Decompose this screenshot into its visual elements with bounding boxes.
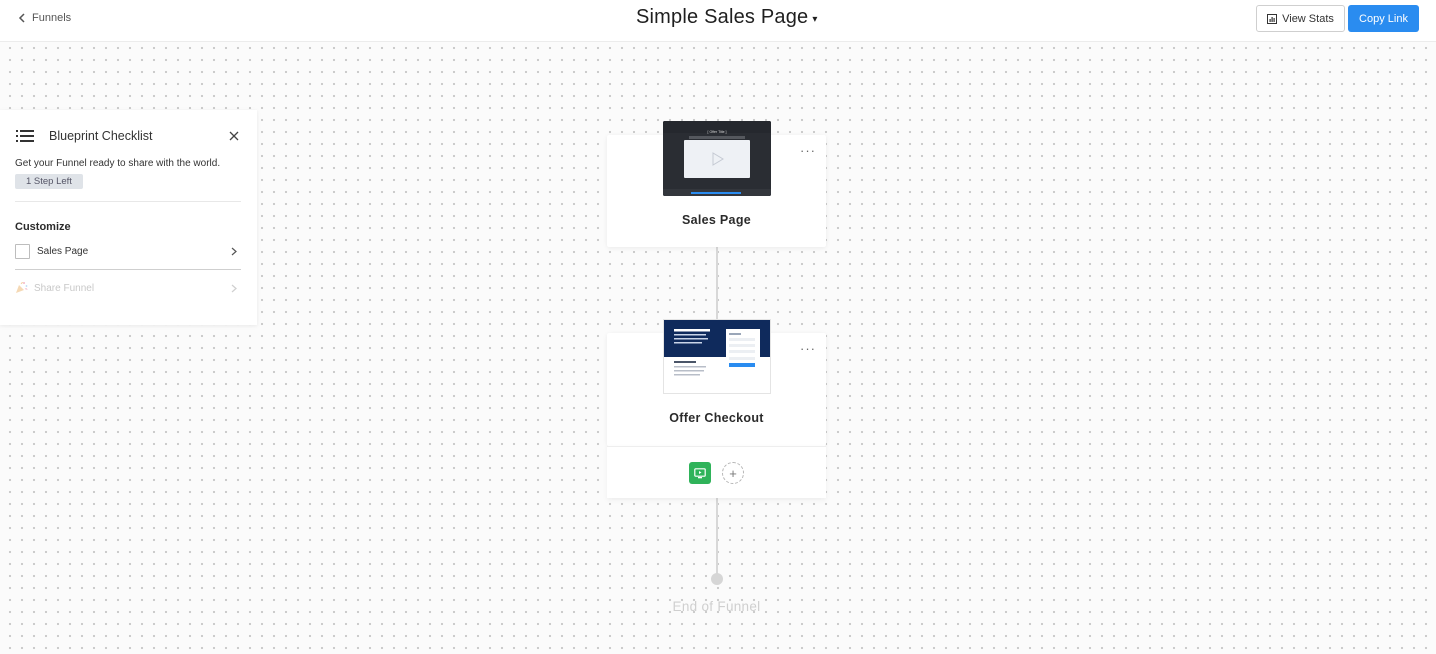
sales-page-thumbnail[interactable]: [ Offer Title ]: [663, 121, 771, 196]
end-of-funnel-label: End of Funnel: [672, 599, 761, 614]
step-actions-row: +: [607, 446, 826, 498]
panel-title: Blueprint Checklist: [49, 129, 153, 143]
more-options-icon[interactable]: ···: [800, 143, 816, 158]
step-label: Offer Checkout: [669, 411, 764, 425]
back-link-label: Funnels: [32, 12, 72, 24]
back-to-funnels-link[interactable]: Funnels: [18, 10, 71, 26]
chevron-right-icon: [231, 247, 237, 256]
checklist-item-sales-page[interactable]: Sales Page: [15, 242, 241, 270]
panel-header: Blueprint Checklist: [16, 128, 241, 148]
screen-icon: [694, 467, 706, 478]
list-icon: [16, 130, 34, 142]
add-element-button[interactable]: [689, 462, 711, 484]
party-popper-icon: [16, 282, 28, 293]
step-label: Sales Page: [681, 213, 751, 227]
chevron-left-icon: [18, 13, 25, 23]
copy-link-button[interactable]: Copy Link: [1348, 5, 1419, 32]
end-marker: [711, 573, 723, 585]
view-stats-button[interactable]: View Stats: [1256, 5, 1345, 32]
section-title: Customize: [15, 221, 71, 233]
checklist-item-label: Share Funnel: [34, 283, 95, 294]
bar-chart-icon: [1267, 13, 1278, 24]
panel-description: Get your Funnel ready to share with the …: [15, 158, 221, 169]
steps-left-badge: 1 Step Left: [15, 174, 83, 189]
blueprint-checklist-panel: Blueprint Checklist Get your Funnel read…: [0, 110, 257, 325]
divider: [15, 201, 241, 202]
top-bar: Funnels Simple Sales Page ▾ View Stats C…: [0, 0, 1436, 42]
caret-down-icon: ▾: [812, 13, 818, 25]
close-icon[interactable]: [229, 131, 239, 141]
view-stats-label: View Stats: [1282, 12, 1334, 25]
thumbnail-caption: [ Offer Title ]: [708, 130, 727, 134]
checklist-item-share-funnel[interactable]: Share Funnel: [15, 280, 241, 300]
checklist-item-label: Sales Page: [37, 246, 89, 257]
offer-checkout-thumbnail[interactable]: [663, 319, 771, 394]
chevron-right-icon: [231, 284, 237, 293]
funnel-title-dropdown[interactable]: Simple Sales Page ▾: [636, 6, 818, 29]
connector-line: [716, 498, 718, 576]
more-options-icon[interactable]: ···: [800, 341, 816, 356]
page-title: Simple Sales Page: [636, 6, 809, 28]
video-page-preview: [ Offer Title ]: [663, 121, 771, 196]
checkbox[interactable]: [15, 244, 30, 259]
add-step-button[interactable]: +: [722, 462, 744, 484]
checkout-page-preview: [664, 320, 770, 376]
